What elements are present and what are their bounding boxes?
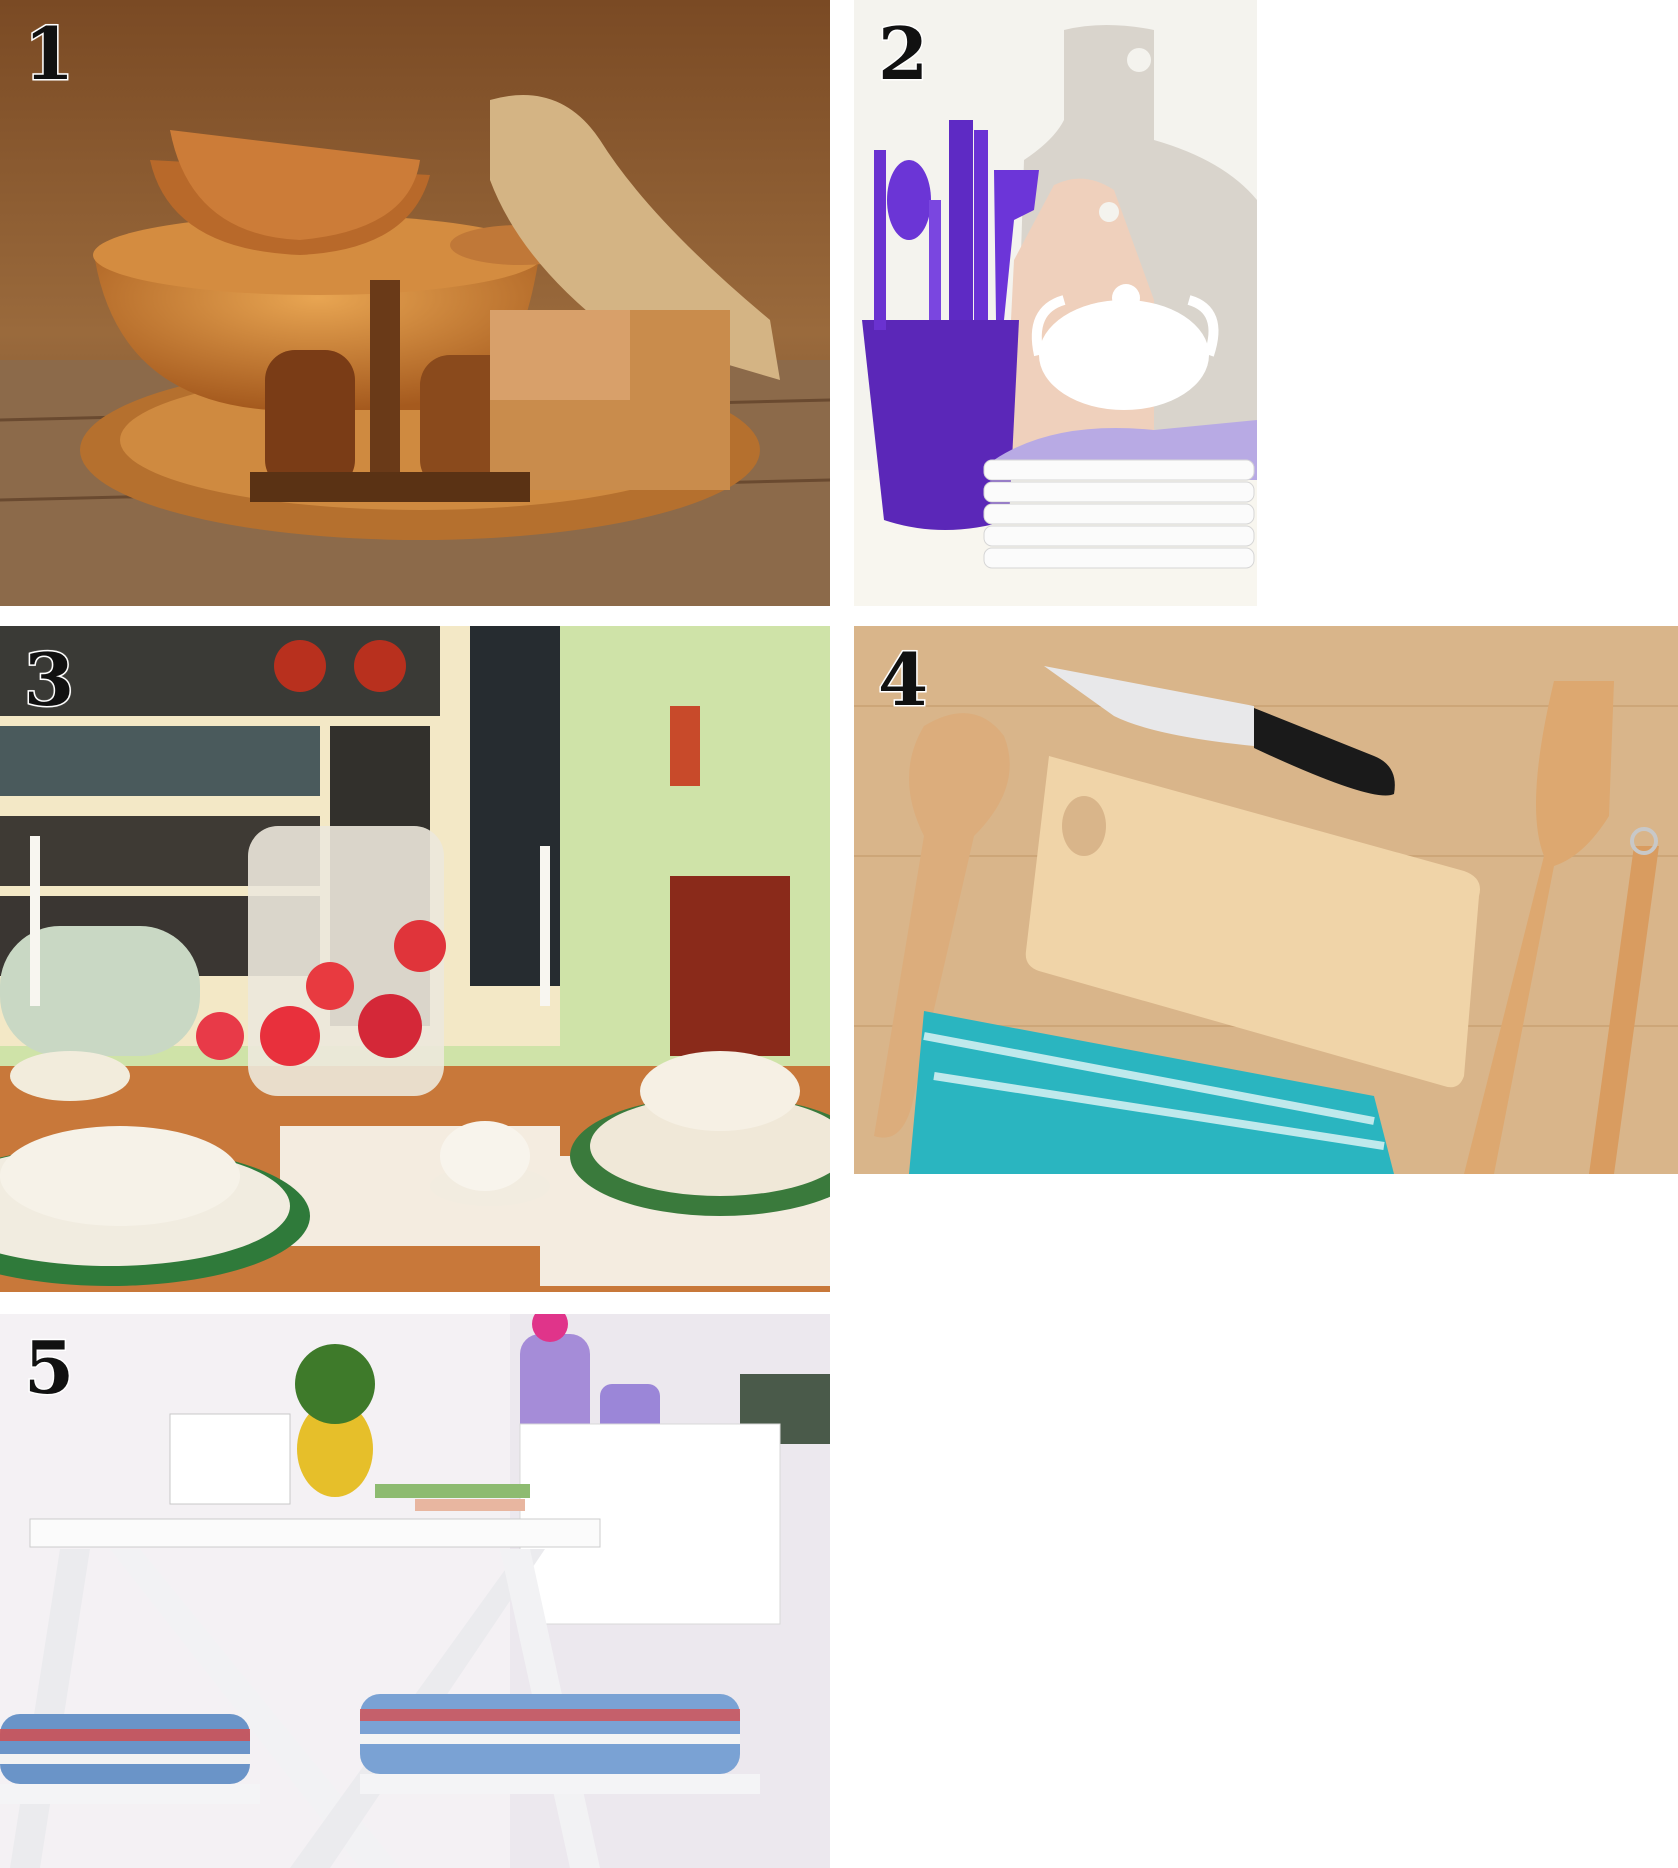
photo-wooden-utensils: [854, 626, 1678, 1174]
photo-wooden-kitchenware: [0, 0, 830, 606]
photo-panel-3: 3: [0, 626, 830, 1292]
photo-panel-1: 1: [0, 0, 830, 606]
photo-panel-5: 5: [0, 1314, 830, 1868]
photo-panel-4: 4: [854, 626, 1678, 1174]
panel-number: 5: [22, 1325, 75, 1410]
photo-panel-2: 2: [854, 0, 1257, 606]
panel-number: 3: [22, 637, 75, 722]
panel-number: 4: [876, 637, 929, 722]
photo-garden-table: [0, 1314, 830, 1868]
panel-number: 1: [22, 11, 75, 96]
photo-dining-table: [0, 626, 830, 1292]
panel-number: 2: [876, 11, 929, 96]
